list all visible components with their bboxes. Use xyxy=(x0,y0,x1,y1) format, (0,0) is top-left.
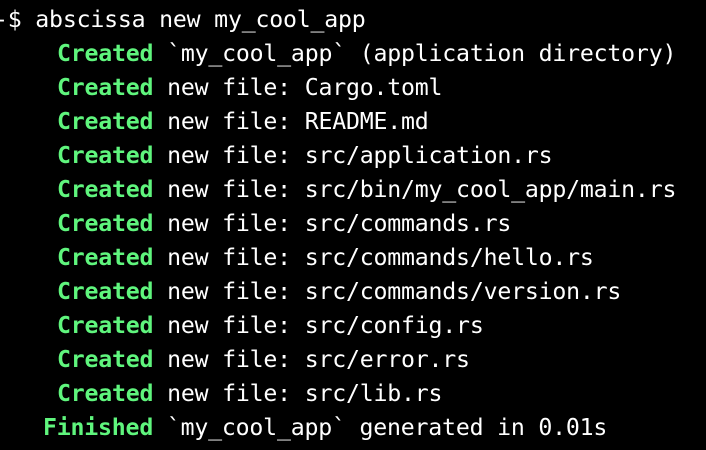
output-line: Created new file: README.md xyxy=(0,105,429,139)
output-line: Created new file: src/commands.rs xyxy=(0,207,511,241)
output-line: Created new file: src/commands/version.r… xyxy=(0,275,621,309)
output-message: new file: src/application.rs xyxy=(167,142,553,169)
output-message: new file: src/config.rs xyxy=(167,312,484,339)
output-message: new file: src/commands/hello.rs xyxy=(167,244,594,271)
output-line: Created new file: src/lib.rs xyxy=(0,377,442,411)
status-created: Created xyxy=(57,278,154,305)
status-created: Created xyxy=(57,74,154,101)
status-finished: Finished xyxy=(43,414,154,441)
status-created: Created xyxy=(57,346,154,373)
output-line: Created new file: src/commands/hello.rs xyxy=(0,241,594,275)
output-message: new file: src/error.rs xyxy=(167,346,470,373)
status-created: Created xyxy=(57,142,154,169)
output-message: new file: src/commands.rs xyxy=(167,210,512,237)
output-message: new file: README.md xyxy=(167,108,429,135)
output-line: Created new file: src/error.rs xyxy=(0,343,470,377)
output-line: Created new file: src/bin/my_cool_app/ma… xyxy=(0,173,676,207)
finish-message: `my_cool_app` generated in 0.01s xyxy=(166,414,608,441)
terminal-window: -$ abscissa new my_cool_app Created `my_… xyxy=(0,0,706,450)
status-created: Created xyxy=(57,40,154,67)
output-message: `my_cool_app` (application directory) xyxy=(167,40,677,67)
command-prompt-line: -$ abscissa new my_cool_app xyxy=(0,3,366,37)
status-created: Created xyxy=(57,108,154,135)
output-line: Created `my_cool_app` (application direc… xyxy=(0,37,676,71)
status-created: Created xyxy=(57,210,154,237)
output-line: Created new file: Cargo.toml xyxy=(0,71,442,105)
finish-line: Finished `my_cool_app` generated in 0.01… xyxy=(0,411,607,445)
command-text: abscissa new my_cool_app xyxy=(35,6,366,33)
output-message: new file: src/lib.rs xyxy=(167,380,443,407)
prompt-symbol: -$ xyxy=(0,6,22,33)
output-message: new file: src/bin/my_cool_app/main.rs xyxy=(167,176,677,203)
status-created: Created xyxy=(57,380,154,407)
status-created: Created xyxy=(57,176,154,203)
output-message: new file: src/commands/version.rs xyxy=(167,278,622,305)
status-created: Created xyxy=(57,244,154,271)
status-created: Created xyxy=(57,312,154,339)
output-line: Created new file: src/application.rs xyxy=(0,139,553,173)
output-line: Created new file: src/config.rs xyxy=(0,309,484,343)
output-message: new file: Cargo.toml xyxy=(167,74,443,101)
